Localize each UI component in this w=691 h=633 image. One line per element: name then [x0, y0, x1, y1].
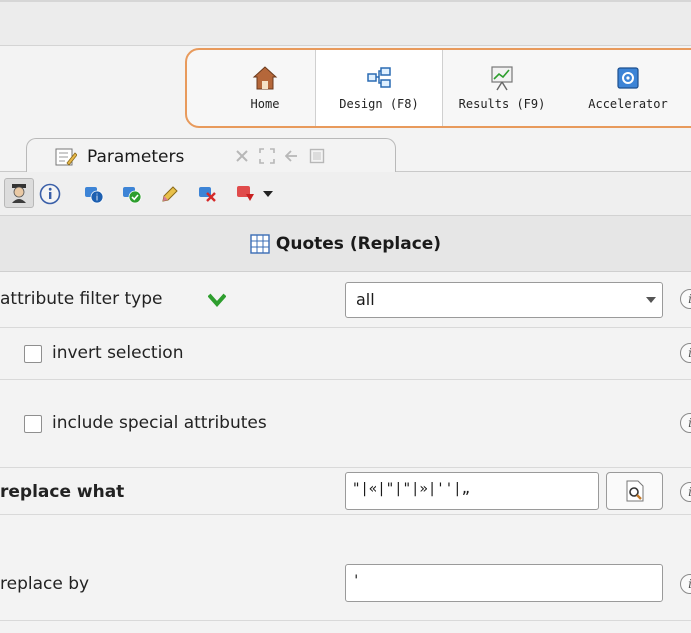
- attribute-filter-type-select[interactable]: all: [345, 282, 663, 318]
- info-icon: [39, 183, 61, 205]
- row-divider: [0, 620, 691, 621]
- invert-selection-checkbox[interactable]: [24, 345, 42, 363]
- param-row-attribute-filter-type: attribute filter type all i: [0, 272, 691, 328]
- results-icon: [491, 66, 513, 91]
- expert-mode-button[interactable]: [4, 178, 34, 208]
- replace-what-label: replace what: [0, 482, 125, 502]
- param-row-invert-selection: invert selection i: [0, 328, 691, 380]
- edit-regex-button[interactable]: [606, 472, 663, 510]
- parameters-toolbar: i: [0, 172, 691, 216]
- tab-parameters-label: Parameters: [87, 147, 185, 167]
- replace-by-input[interactable]: ': [345, 564, 663, 602]
- panel-tab-bar: Parameters: [0, 134, 691, 174]
- table-icon: [250, 233, 270, 254]
- row-divider: [0, 514, 691, 515]
- include-special-attributes-label: include special attributes: [52, 413, 267, 433]
- magnifier-document-icon: [626, 480, 643, 502]
- attribute-filter-type-label: attribute filter type: [0, 289, 163, 309]
- accelerator-icon: [617, 67, 639, 89]
- breakpoint-button[interactable]: [234, 182, 258, 206]
- replace-what-input[interactable]: "|«|"|"|»|''|„: [345, 472, 599, 510]
- perspective-results-button[interactable]: Results (F9): [443, 50, 561, 126]
- svg-text:i: i: [96, 194, 99, 204]
- window-top-strip: [0, 0, 691, 46]
- include-special-attributes-checkbox[interactable]: [24, 415, 42, 433]
- parameters-icon: [55, 148, 77, 166]
- info-icon[interactable]: i: [680, 413, 691, 433]
- enable-operator-button[interactable]: [120, 182, 144, 206]
- design-icon: [367, 67, 391, 88]
- operator-header: Quotes (Replace): [0, 216, 691, 272]
- more-options-dropdown[interactable]: [256, 182, 280, 206]
- info-icon[interactable]: i: [680, 289, 691, 309]
- chevron-down-icon: [263, 191, 273, 197]
- breakpoint-icon: [237, 186, 254, 201]
- param-row-include-special-attributes: include special attributes i: [0, 380, 691, 468]
- operator-info-icon: i: [85, 187, 104, 204]
- close-icon[interactable]: [235, 149, 249, 163]
- home-icon: [252, 66, 278, 90]
- dock-icon[interactable]: [285, 150, 301, 162]
- operator-title: Quotes (Replace): [275, 233, 442, 254]
- operator-info-button[interactable]: i: [82, 182, 106, 206]
- delete-operator-button[interactable]: [196, 182, 220, 206]
- maximize-icon[interactable]: [259, 148, 275, 164]
- info-icon[interactable]: i: [680, 343, 691, 363]
- perspective-design-button[interactable]: Design (F8): [315, 50, 443, 126]
- delete-operator-icon: [199, 187, 216, 202]
- perspective-switcher: Home Design (F8) Results (F9) Accelerato…: [185, 48, 691, 128]
- tab-parameters[interactable]: Parameters: [26, 138, 396, 174]
- perspective-home-button[interactable]: Home: [215, 50, 315, 126]
- info-icon[interactable]: i: [680, 574, 691, 594]
- pencil-icon: [162, 186, 178, 202]
- replace-by-label: replace by: [0, 574, 90, 594]
- check-icon: [208, 293, 226, 308]
- perspective-accelerator-button[interactable]: Accelerator: [563, 50, 691, 126]
- rename-operator-button[interactable]: [158, 182, 182, 206]
- info-icon[interactable]: i: [680, 482, 691, 502]
- expert-mode-icon: [12, 184, 26, 203]
- invert-selection-label: invert selection: [52, 343, 184, 363]
- restore-icon[interactable]: [309, 148, 325, 164]
- enable-operator-icon: [123, 187, 142, 204]
- chevron-down-icon: [646, 297, 656, 303]
- show-help-button[interactable]: [38, 182, 62, 206]
